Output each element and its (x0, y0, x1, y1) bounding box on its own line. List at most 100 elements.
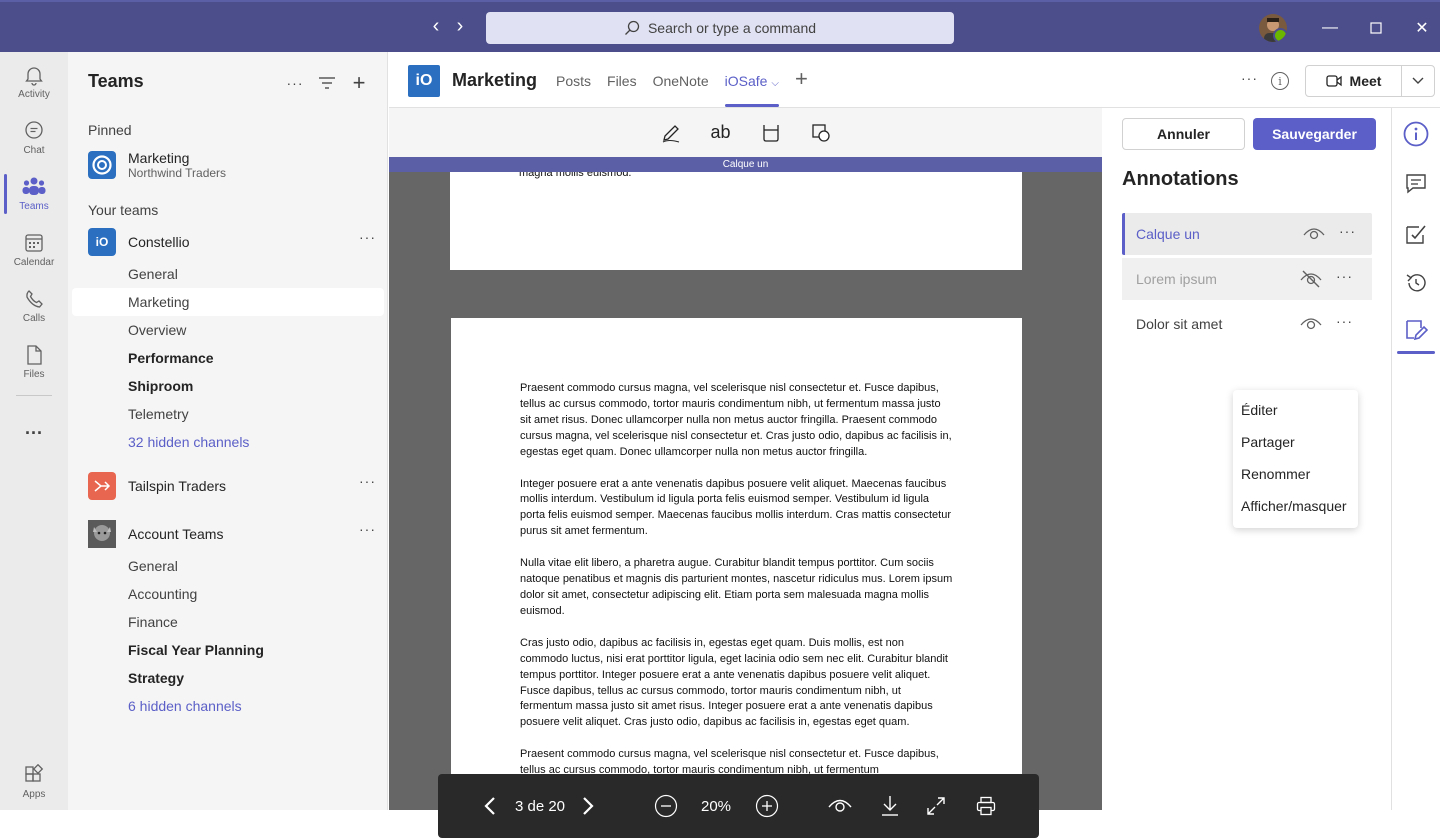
info-icon[interactable] (1403, 121, 1429, 147)
eye-off-icon[interactable] (1300, 269, 1322, 289)
menu-item-toggle-visibility[interactable]: Afficher/masquer (1233, 490, 1358, 522)
tab-posts[interactable]: Posts (556, 73, 591, 89)
menu-item-rename[interactable]: Renommer (1233, 458, 1358, 490)
channel-shiproom[interactable]: Shiproom (72, 372, 384, 400)
back-icon[interactable]: ‹ (428, 16, 444, 36)
prev-page-icon[interactable] (476, 794, 504, 818)
layer-item[interactable]: Calque un ··· (1122, 213, 1372, 255)
zoom-in-icon[interactable] (754, 794, 780, 818)
tab-iosafe[interactable]: iOSafe ⌵ (724, 73, 780, 107)
shapes-icon[interactable] (810, 122, 832, 144)
zoom-out-icon[interactable] (653, 794, 679, 818)
page-text: magna mollis euismod. (519, 172, 632, 179)
layer-name: Lorem ipsum (1136, 271, 1217, 287)
maximize-icon[interactable] (1353, 16, 1399, 40)
chevron-down-icon[interactable] (1402, 66, 1434, 96)
rail-label: Apps (22, 789, 46, 800)
team-account[interactable]: Account Teams ··· (88, 517, 384, 551)
pen-icon[interactable] (660, 122, 682, 144)
team-more-icon[interactable]: ··· (359, 521, 376, 537)
channel-telemetry[interactable]: Telemetry (72, 400, 384, 428)
rail-label: Files (23, 369, 45, 380)
layer-more-icon[interactable]: ··· (1336, 313, 1353, 329)
rail-files[interactable]: Files (0, 334, 68, 390)
team-more-icon[interactable]: ··· (359, 229, 376, 245)
layer-more-icon[interactable]: ··· (1336, 268, 1353, 284)
rail-apps[interactable]: Apps (0, 754, 68, 810)
team-more-icon[interactable]: ··· (359, 473, 376, 489)
rail-label: Teams (19, 201, 49, 212)
save-button[interactable]: Sauvegarder (1253, 118, 1376, 150)
layer-more-icon[interactable]: ··· (1339, 223, 1356, 239)
rail-teams[interactable]: Teams (0, 166, 68, 222)
rail-chat[interactable]: Chat (0, 110, 68, 166)
team-tailspin[interactable]: Tailspin Traders ··· (88, 469, 384, 503)
text-icon[interactable]: ab (710, 122, 732, 144)
filter-icon[interactable] (316, 72, 338, 94)
tab-onenote[interactable]: OneNote (653, 73, 709, 89)
history-nav: ‹ › (428, 16, 468, 36)
add-icon[interactable]: + (348, 70, 370, 95)
title-bar: ‹ › Search or type a command — ✕ (0, 0, 1440, 52)
pinned-channel[interactable]: Marketing Northwind Traders (88, 147, 384, 183)
comment-icon[interactable] (1403, 170, 1429, 196)
close-icon[interactable]: ✕ (1399, 16, 1440, 40)
team-constellio[interactable]: iO Constellio ··· (88, 225, 384, 259)
layer-context-menu: Éditer Partager Renommer Afficher/masque… (1233, 390, 1358, 528)
expand-icon[interactable] (924, 794, 948, 818)
tab-files[interactable]: Files (607, 73, 637, 89)
channel-fiscal-year-planning[interactable]: Fiscal Year Planning (72, 636, 384, 664)
next-page-icon[interactable] (574, 794, 602, 818)
meet-label: Meet (1349, 73, 1382, 89)
channel-finance[interactable]: Finance (72, 608, 384, 636)
meet-main[interactable]: Meet (1306, 66, 1402, 96)
hidden-channels-link[interactable]: 6 hidden channels (72, 692, 384, 720)
eye-icon[interactable] (1303, 224, 1325, 244)
add-tab-icon[interactable]: + (795, 66, 808, 92)
avatar[interactable] (1259, 14, 1287, 42)
rail-calendar[interactable]: Calendar (0, 222, 68, 278)
layer-item[interactable]: Lorem ipsum ··· (1122, 258, 1372, 300)
menu-item-share[interactable]: Partager (1233, 426, 1358, 458)
annotate-icon[interactable] (1397, 317, 1435, 354)
team-logo (88, 472, 116, 500)
page-paragraph: Nulla vitae elit libero, a pharetra augu… (520, 557, 953, 617)
zoom-level: 20% (700, 797, 732, 815)
info-icon[interactable]: i (1271, 72, 1289, 90)
more-options-icon[interactable]: ··· (284, 72, 306, 94)
channel-overview[interactable]: Overview (72, 316, 384, 344)
minimize-icon[interactable]: — (1307, 16, 1353, 40)
channel-general[interactable]: General (72, 552, 384, 580)
forward-icon[interactable]: › (452, 16, 468, 36)
meet-button[interactable]: Meet (1305, 65, 1435, 97)
teams-icon (22, 177, 46, 195)
eye-icon[interactable] (827, 794, 853, 818)
annotations-panel: Annuler Sauvegarder Annotations Calque u… (1103, 108, 1391, 810)
task-check-icon[interactable] (1403, 221, 1429, 247)
print-icon[interactable] (974, 794, 998, 818)
rail-activity[interactable]: Activity (0, 54, 68, 110)
rail-label: Calls (22, 313, 46, 324)
more-options-icon[interactable]: ··· (1241, 70, 1258, 86)
annotations-title: Annotations (1122, 168, 1239, 190)
channel-marketing[interactable]: Marketing (72, 288, 384, 316)
rail-more[interactable]: ... (0, 400, 68, 456)
channel-performance[interactable]: Performance (72, 344, 384, 372)
search-box[interactable]: Search or type a command (486, 12, 954, 44)
cancel-button[interactable]: Annuler (1122, 118, 1245, 150)
page-indicator: 3 de 20 (514, 797, 566, 815)
layer-item[interactable]: Dolor sit amet ··· (1122, 303, 1372, 345)
channel-strategy[interactable]: Strategy (72, 664, 384, 692)
channel-accounting[interactable]: Accounting (72, 580, 384, 608)
chat-icon (25, 121, 43, 139)
rail-calls[interactable]: Calls (0, 278, 68, 334)
hidden-channels-link[interactable]: 32 hidden channels (72, 428, 384, 456)
highlighter-icon[interactable] (760, 122, 782, 144)
channel-general[interactable]: General (72, 260, 384, 288)
menu-item-edit[interactable]: Éditer (1233, 394, 1358, 426)
page-paragraph: Integer posuere erat a ante venenatis da… (520, 477, 952, 538)
eye-icon[interactable] (1300, 314, 1322, 334)
download-icon[interactable] (878, 794, 902, 818)
panel-title: Teams (88, 71, 144, 91)
history-icon[interactable] (1403, 270, 1429, 296)
